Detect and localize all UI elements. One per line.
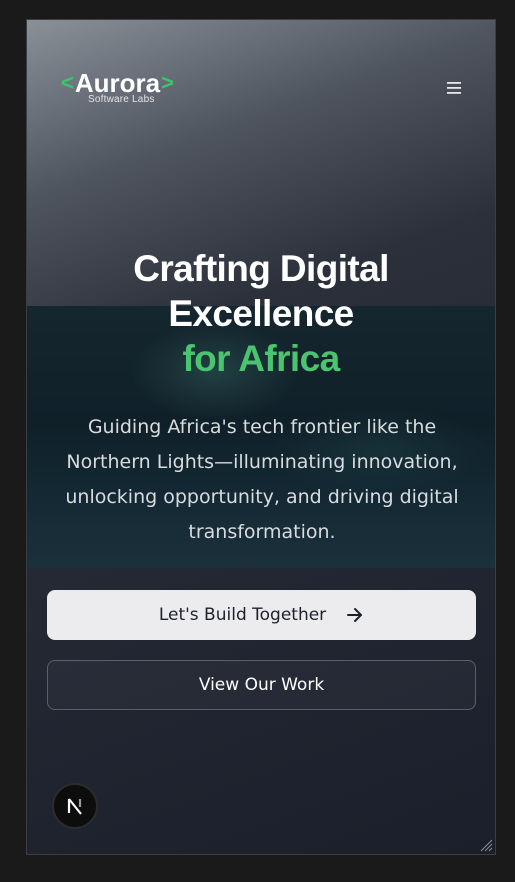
primary-button-label: Let's Build Together xyxy=(158,605,327,625)
logo-name: Aurora xyxy=(74,68,161,98)
app-viewport: < Aurora > Software Labs Crafting Digita… xyxy=(26,19,496,855)
logo-wordmark: < Aurora > xyxy=(61,70,174,96)
headline-line-1: Crafting Digital xyxy=(133,248,389,289)
arrow-right-icon xyxy=(347,608,363,622)
nextjs-dev-badge[interactable] xyxy=(52,783,98,829)
nextjs-logo-icon xyxy=(67,798,82,815)
view-our-work-button[interactable]: View Our Work xyxy=(47,660,476,710)
logo-bracket-close: > xyxy=(161,70,174,95)
menu-button[interactable] xyxy=(443,77,465,99)
logo-bracket-open: < xyxy=(61,70,74,95)
hero-description: Guiding Africa's tech frontier like the … xyxy=(65,416,459,543)
headline-accent: for Africa xyxy=(182,338,340,379)
headline-line-2: Excellence xyxy=(168,293,354,334)
secondary-button-label: View Our Work xyxy=(198,675,325,695)
hero-headline: Crafting Digital Excellence for Africa xyxy=(27,246,495,381)
resize-grip-icon[interactable] xyxy=(479,838,493,852)
lets-build-together-button[interactable]: Let's Build Together xyxy=(47,590,476,640)
hamburger-menu-icon xyxy=(447,82,461,94)
brand-logo[interactable]: < Aurora > Software Labs xyxy=(61,70,174,105)
